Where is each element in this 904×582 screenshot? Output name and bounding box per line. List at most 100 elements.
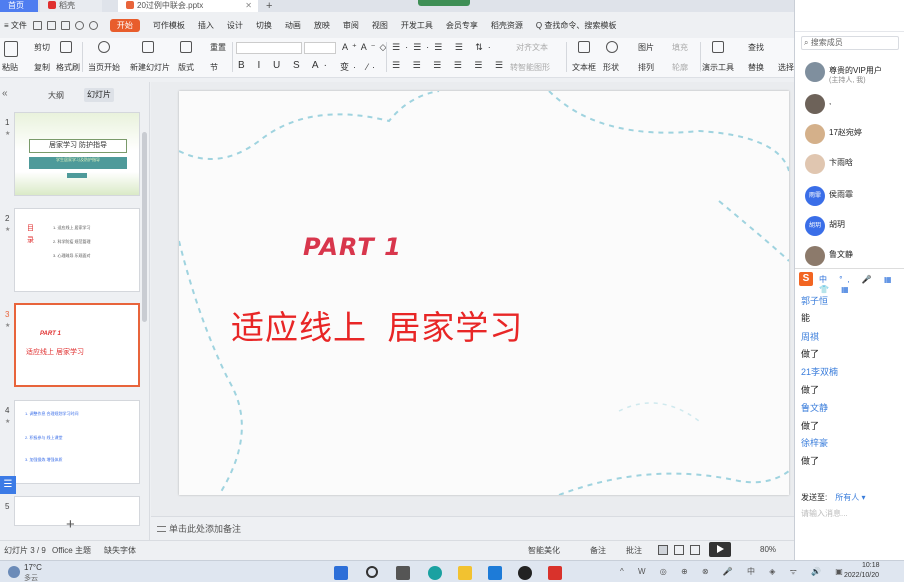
list-buttons[interactable]: ☰·☰·☰ ☰ ⇅·: [392, 42, 496, 53]
notes-toggle-button[interactable]: 备注: [590, 545, 606, 556]
new-slide-icon[interactable]: [142, 41, 154, 53]
menu-item[interactable]: 视图: [372, 20, 388, 31]
find-button[interactable]: 查找: [748, 42, 764, 53]
save-icon[interactable]: [32, 20, 42, 30]
edge-browser-icon[interactable]: [428, 566, 442, 580]
reset-button[interactable]: 重置: [210, 42, 226, 53]
sogou-ime-icon[interactable]: S: [799, 272, 813, 286]
paste-icon[interactable]: [4, 41, 18, 57]
search-icon[interactable]: [366, 566, 378, 578]
replace-button[interactable]: 替换: [748, 62, 764, 73]
menu-item[interactable]: 可作模板: [153, 20, 185, 31]
layout-icon[interactable]: [180, 41, 192, 53]
store-icon[interactable]: [488, 566, 502, 580]
from-current-button[interactable]: 当页开始: [88, 62, 120, 73]
format-painter-button[interactable]: 格式刷: [56, 62, 80, 73]
notes-placeholder[interactable]: 单击此处添加备注: [157, 522, 241, 535]
collapse-panel-icon[interactable]: «: [2, 88, 8, 99]
select-button[interactable]: 选择: [778, 62, 794, 73]
chat-message-input[interactable]: 请输入消息...: [801, 508, 848, 519]
text-box-button[interactable]: 文本框: [572, 62, 596, 73]
wps-taskbar-icon[interactable]: [548, 566, 562, 580]
ime-tool-icons[interactable]: 中 °, 🎤 ▦ 👕 ▦: [819, 274, 903, 294]
system-tray-icons[interactable]: ^ W ◎ ⊕ ⊗ 🎤 中 ◈ ᯤ 🔊 ▣: [620, 566, 849, 577]
tab-outline[interactable]: 大纲: [48, 90, 64, 101]
align-text-button[interactable]: 对齐文本: [516, 42, 548, 53]
paste-button[interactable]: 粘贴: [2, 62, 18, 73]
undo-icon[interactable]: [74, 20, 84, 30]
slide-thumb-3[interactable]: PART 1 适应线上 居家学习: [14, 303, 140, 387]
new-slide-button[interactable]: 新建幻灯片: [130, 62, 170, 73]
tab-start[interactable]: 开始: [109, 18, 140, 32]
qq-icon[interactable]: [518, 566, 532, 580]
outline-button[interactable]: 轮廓: [672, 62, 688, 73]
slide-thumb-1[interactable]: 居家学习 防护指导 学生居家学习及防护指导: [14, 112, 140, 196]
member-item[interactable]: 尊贵的VIP用户 (主持人, 我): [803, 60, 903, 88]
slide-thumb-2[interactable]: 目录 1. 适应线上 居家学习 2. 科学防疫 规范管理 3. 心理疏导 乐观面…: [14, 208, 140, 292]
comments-button[interactable]: 批注: [626, 545, 642, 556]
present-tools-button[interactable]: 演示工具: [702, 62, 734, 73]
slideshow-play-button[interactable]: [709, 542, 731, 557]
char-spacing-button[interactable]: 变· ⁄·: [340, 60, 379, 73]
command-search[interactable]: Q 查找命令、搜索模板: [536, 20, 616, 31]
current-slide[interactable]: PART 1 适应线上 居家学习: [179, 91, 789, 495]
play-from-current-icon[interactable]: [98, 41, 110, 53]
font-size-select[interactable]: [304, 42, 336, 54]
send-to-selector[interactable]: 发送至: 所有人 ▾: [801, 492, 865, 503]
file-menu[interactable]: ≡ 文件: [4, 20, 27, 31]
tab-document[interactable]: 20过例中联会.pptx ✕: [118, 0, 258, 12]
thumbnail-scrollbar[interactable]: [142, 102, 147, 522]
member-item[interactable]: 雨霏 侯雨霏: [803, 184, 903, 212]
print-icon[interactable]: [46, 20, 56, 30]
side-menu-button[interactable]: ☰: [0, 476, 16, 494]
beautify-button[interactable]: 智能美化: [528, 545, 560, 556]
file-explorer-icon[interactable]: [458, 566, 472, 580]
smart-art-button[interactable]: 转智能图形: [510, 62, 550, 73]
menu-item[interactable]: 放映: [314, 20, 330, 31]
text-box-icon[interactable]: [578, 41, 590, 53]
member-item[interactable]: 胡玥 胡玥: [803, 214, 903, 242]
theme-name[interactable]: Office 主题: [52, 545, 91, 556]
new-tab-button[interactable]: +: [266, 0, 272, 12]
shape-button[interactable]: 形状: [603, 62, 619, 73]
menu-item[interactable]: 设计: [227, 20, 243, 31]
arrange-button[interactable]: 排列: [638, 62, 654, 73]
layout-button[interactable]: 版式: [178, 62, 194, 73]
format-painter-icon[interactable]: [60, 41, 72, 53]
slide-thumb-5[interactable]: [14, 496, 140, 526]
section-button[interactable]: 节: [210, 62, 218, 73]
reading-view-button[interactable]: [690, 545, 700, 555]
member-item[interactable]: ,: [803, 92, 903, 120]
windows-start-icon[interactable]: [334, 566, 348, 580]
member-item[interactable]: 17赵宛婷: [803, 122, 903, 150]
tab-docer[interactable]: 稻壳: [40, 0, 102, 12]
grow-font-button[interactable]: A⁺A⁻◇: [342, 42, 390, 53]
ime-toolbar[interactable]: S 中 °, 🎤 ▦ 👕 ▦: [799, 272, 903, 294]
picture-button[interactable]: 图片: [638, 42, 654, 53]
tab-slides[interactable]: 幻灯片: [84, 88, 114, 102]
member-search-input[interactable]: ⌕ 搜索成员: [801, 36, 899, 50]
missing-font-button[interactable]: 缺失字体: [104, 545, 136, 556]
scrollbar-thumb[interactable]: [142, 132, 147, 322]
zoom-level[interactable]: 80%: [760, 545, 776, 554]
menu-item[interactable]: 切换: [256, 20, 272, 31]
shape-icon[interactable]: [606, 41, 618, 53]
align-buttons[interactable]: ☰ ☰ ☰ ☰ ☰ ☰: [392, 60, 508, 71]
menu-item[interactable]: 稻壳资源: [491, 20, 523, 31]
redo-icon[interactable]: [88, 20, 98, 30]
sorter-view-button[interactable]: [674, 545, 684, 555]
font-name-select[interactable]: [236, 42, 302, 54]
send-to-value[interactable]: 所有人 ▾: [835, 493, 865, 502]
present-tools-icon[interactable]: [712, 41, 724, 53]
member-item[interactable]: 卞雨晗: [803, 152, 903, 180]
menu-item[interactable]: 审阅: [343, 20, 359, 31]
menu-item[interactable]: 开发工具: [401, 20, 433, 31]
slide-thumb-4[interactable]: 1. 调整作息 合理规划学习时间 2. 积极参与 线上课堂 3. 加强锻炼 增强…: [14, 400, 140, 484]
part-label[interactable]: PART 1: [303, 233, 402, 261]
menu-item[interactable]: 会员专享: [446, 20, 478, 31]
copy-button[interactable]: 复制: [34, 62, 50, 73]
menu-item[interactable]: 动画: [285, 20, 301, 31]
normal-view-button[interactable]: [658, 545, 668, 555]
fill-button[interactable]: 填充: [672, 42, 688, 53]
tab-home[interactable]: 首页: [0, 0, 38, 12]
